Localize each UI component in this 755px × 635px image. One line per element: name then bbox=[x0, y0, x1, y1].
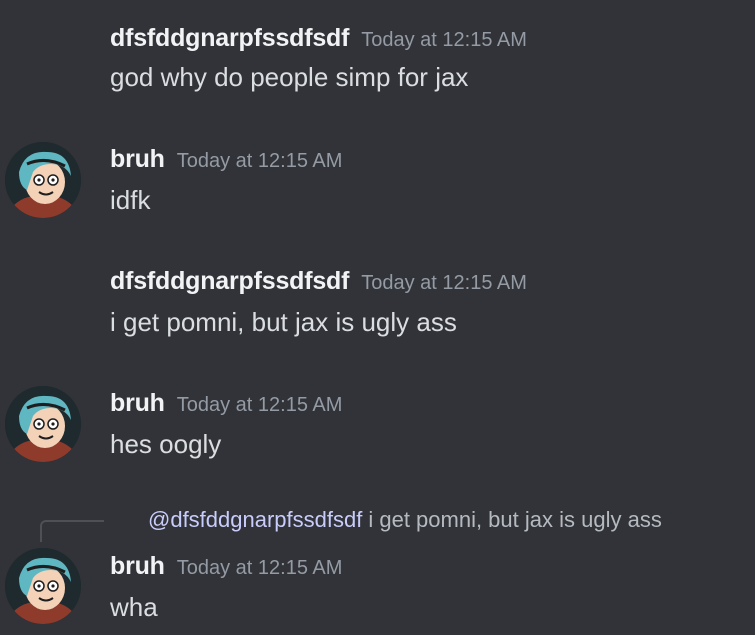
reply-connector bbox=[40, 520, 104, 542]
message-content: wha bbox=[110, 592, 158, 622]
message-header: bruh Today at 12:15 AM bbox=[110, 145, 342, 174]
avatar[interactable] bbox=[5, 386, 81, 462]
username[interactable]: bruh bbox=[110, 389, 165, 417]
username[interactable]: dfsfddgnarpfssdfsdf bbox=[110, 267, 349, 295]
timestamp[interactable]: Today at 12:15 AM bbox=[177, 394, 343, 416]
message-header: bruh Today at 12:15 AM bbox=[110, 552, 342, 581]
message-content: idfk bbox=[110, 185, 151, 215]
message-content: god why do people simp for jax bbox=[110, 62, 469, 92]
avatar-icon bbox=[5, 548, 81, 624]
avatar[interactable] bbox=[5, 142, 81, 218]
avatar-icon bbox=[5, 386, 81, 462]
avatar-icon bbox=[5, 142, 81, 218]
timestamp[interactable]: Today at 12:15 AM bbox=[361, 29, 527, 51]
username[interactable]: bruh bbox=[110, 145, 165, 173]
message-header: dfsfddgnarpfssdfsdf Today at 12:15 AM bbox=[110, 267, 527, 296]
timestamp[interactable]: Today at 12:15 AM bbox=[361, 272, 527, 294]
message-content: i get pomni, but jax is ugly ass bbox=[110, 307, 457, 337]
message-content: hes oogly bbox=[110, 429, 222, 459]
avatar[interactable] bbox=[5, 548, 81, 624]
timestamp[interactable]: Today at 12:15 AM bbox=[177, 150, 343, 172]
message-header: bruh Today at 12:15 AM bbox=[110, 389, 342, 418]
timestamp[interactable]: Today at 12:15 AM bbox=[177, 557, 343, 579]
username[interactable]: bruh bbox=[110, 552, 165, 580]
reply-preview[interactable]: @dfsfddgnarpfssdfsdf i get pomni, but jax… bbox=[148, 507, 662, 533]
username[interactable]: dfsfddgnarpfssdfsdf bbox=[110, 24, 349, 52]
reply-mention[interactable]: @dfsfddgnarpfssdfsdf bbox=[148, 507, 362, 532]
reply-text[interactable]: i get pomni, but jax is ugly ass bbox=[368, 507, 661, 532]
message-header: dfsfddgnarpfssdfsdf Today at 12:15 AM bbox=[110, 24, 527, 53]
